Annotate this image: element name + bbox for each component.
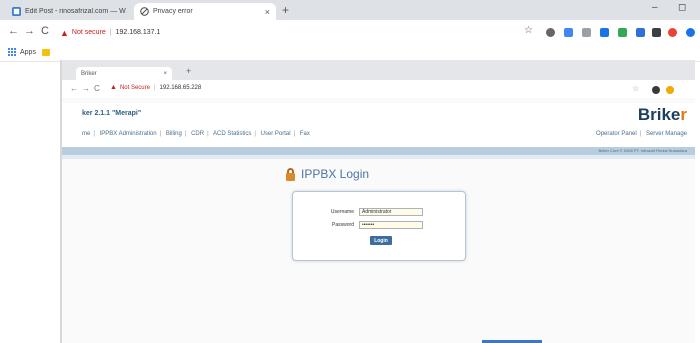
copyright-text: Briker Core © 2008 PT. Infrasolt Renial … [598,148,687,153]
bookmark-star-icon[interactable]: ☆ [632,84,639,93]
back-button[interactable]: ← [8,25,19,37]
privacy-error-icon [140,7,149,16]
not-secure-label: Not secure [71,29,106,36]
inner-tab-briker[interactable]: Briker × [76,67,172,80]
extension-icon[interactable] [618,28,627,37]
url-text: 192.168.65.228 [159,84,202,91]
nav-item-fax[interactable]: Fax [300,131,310,137]
username-label: Username [330,209,354,215]
tab-label: Edit Post - rinosafrizal.com — W [25,8,126,15]
close-tab-icon[interactable]: × [265,7,270,17]
tab-label: Privacy error [153,8,193,15]
site-header: ker 2.1.1 "Merapi" Briker me | IPPBX Admi… [62,103,695,147]
folder-icon[interactable] [42,49,50,56]
extension-icon[interactable] [666,86,674,94]
login-title-text: IPPBX Login [301,167,370,181]
extension-icon[interactable] [652,28,661,37]
warning-icon: ▲ [110,84,117,91]
inner-tab-strip: Briker × + [62,60,695,80]
logo-main-text: Brike [637,105,681,124]
extension-icon[interactable] [582,28,591,37]
tab-privacy-error[interactable]: Privacy error × [134,3,276,20]
extension-icon[interactable] [546,28,555,37]
browser-toolbar: ← → C ▲ Not secure | 192.168.137.1 ☆ [0,20,700,45]
embedded-screenshot: Briker × + ← → C ▲ Not Secure | 192.168.… [60,60,695,343]
extension-icon[interactable] [652,86,660,94]
nav-item-billing[interactable]: Billing [166,131,182,137]
login-title: IPPBX Login [286,167,369,181]
url-text: 192.168.137.1 [115,29,161,36]
site-sub-bar [62,155,695,159]
minimize-button[interactable]: – [652,2,658,13]
back-button[interactable]: ← [70,84,78,93]
lock-icon [286,167,295,181]
address-bar[interactable]: ▲ Not secure | 192.168.137.1 [60,24,160,41]
nav-item-acd-statistics[interactable]: ACD Statistics [213,131,251,137]
bookmark-star-icon[interactable]: ☆ [524,25,533,36]
version-label: ker 2.1.1 "Merapi" [82,110,142,117]
new-tab-button[interactable]: + [186,66,191,76]
close-tab-icon[interactable]: × [163,71,167,77]
nav-item-ippbx-admin[interactable]: IPPBX Administration [100,131,157,137]
site-nav-right: Operator Panel | Server Manage [596,131,687,137]
apps-shortcut[interactable]: Apps [8,48,36,56]
username-row: Username Administrator [293,208,467,216]
login-button[interactable]: Login [370,236,392,245]
briker-logo: Briker [638,105,687,125]
login-panel: Username Administrator Password ••••••• … [292,191,466,261]
tab-strip: Edit Post - rinosafrizal.com — W × Priva… [0,0,700,20]
password-input[interactable]: ••••••• [359,221,423,229]
extension-icon[interactable] [600,28,609,37]
inner-toolbar: ← → C ▲ Not Secure | 192.168.65.228 ☆ [62,80,695,98]
not-secure-label: Not Secure [119,84,150,91]
inner-tab-label: Briker [81,70,97,77]
logo-accent-text: r [680,105,687,124]
nav-item-home[interactable]: me [82,131,90,137]
reload-button[interactable]: C [94,84,100,93]
site-nav: me | IPPBX Administration | Billing | CDR | … [82,131,310,137]
maximize-button[interactable]: ◻ [678,2,686,13]
warning-icon: ▲ [60,27,69,38]
password-label: Password [332,222,354,228]
nav-item-server-manager[interactable]: Server Manage [646,131,687,137]
nav-item-operator-panel[interactable]: Operator Panel [596,131,637,137]
username-input[interactable]: Administrator [359,208,423,216]
inner-address-bar[interactable]: ▲ Not Secure | 192.168.65.228 [110,84,201,91]
extension-icon[interactable] [636,28,645,37]
profile-avatar[interactable] [686,28,695,37]
reload-button[interactable]: C [41,25,49,37]
nav-item-user-portal[interactable]: User Portal [261,131,291,137]
password-row: Password ••••••• [293,221,467,229]
apps-grid-icon [8,48,16,56]
nav-item-cdr[interactable]: CDR [191,131,204,137]
address-separator: | [109,29,112,36]
forward-button[interactable]: → [82,84,90,93]
forward-button[interactable]: → [24,25,35,37]
new-tab-button[interactable]: + [282,3,289,17]
tab-edit-post[interactable]: Edit Post - rinosafrizal.com — W × [6,3,148,20]
wordpress-favicon-icon [12,7,21,16]
extension-icon[interactable] [668,28,677,37]
extension-icon[interactable] [564,28,573,37]
site-banner-bar: Briker Core © 2008 PT. Infrasolt Renial … [62,147,695,155]
apps-label: Apps [20,48,36,56]
